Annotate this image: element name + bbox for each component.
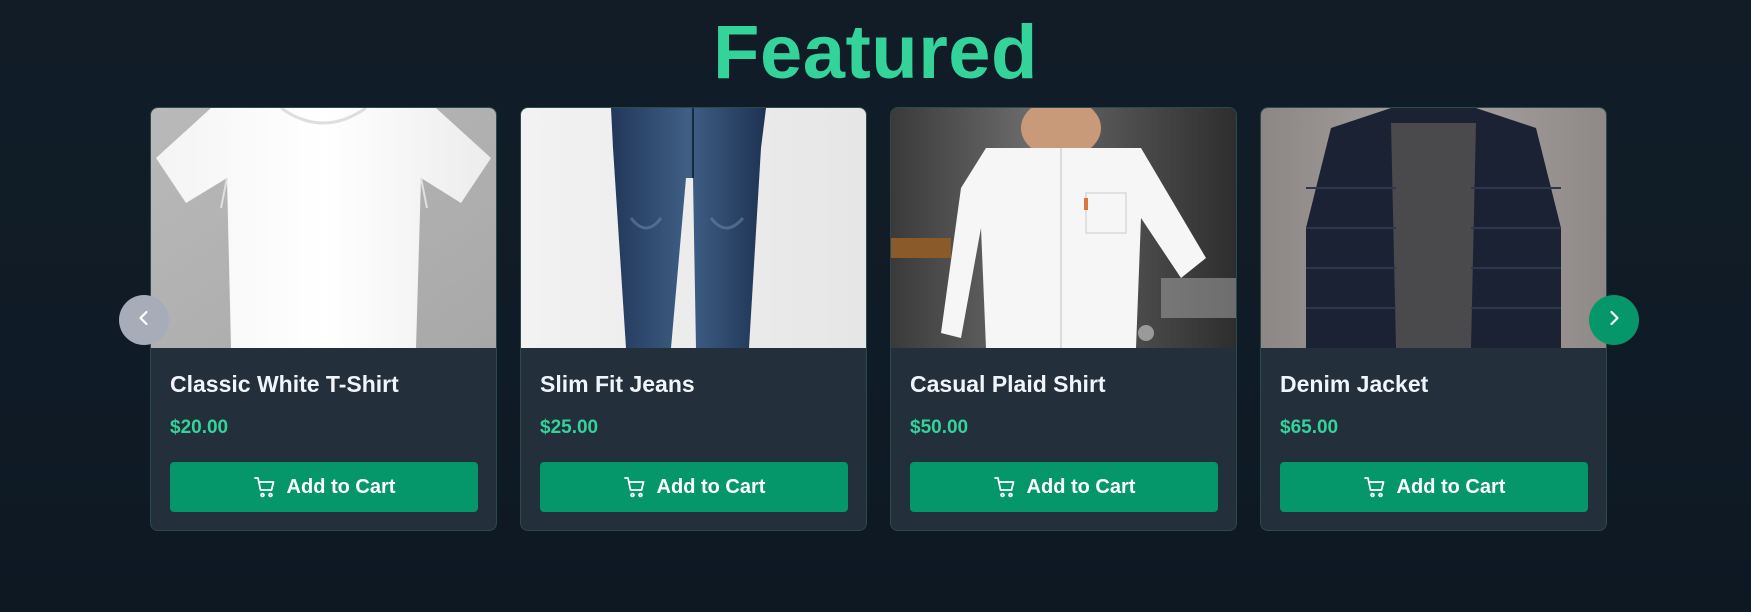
add-to-cart-label: Add to Cart xyxy=(656,475,766,498)
add-to-cart-label: Add to Cart xyxy=(1026,475,1136,498)
add-to-cart-button[interactable]: Add to Cart xyxy=(540,462,848,512)
add-to-cart-label: Add to Cart xyxy=(1396,475,1506,498)
featured-section: Featured Classic White T-Shirt $20.00 Ad… xyxy=(0,0,1751,612)
product-price: $50.00 xyxy=(910,417,969,438)
product-price: $65.00 xyxy=(1280,417,1339,438)
cart-icon xyxy=(1363,475,1387,499)
product-carousel: Classic White T-Shirt $20.00 Add to Cart xyxy=(150,107,1609,533)
carousel-prev-button[interactable] xyxy=(119,295,169,345)
product-card: Casual Plaid Shirt $50.00 Add to Cart xyxy=(890,107,1237,531)
product-image[interactable] xyxy=(521,108,866,348)
add-to-cart-label: Add to Cart xyxy=(286,475,396,498)
chevron-right-icon xyxy=(1604,308,1624,333)
product-card: Classic White T-Shirt $20.00 Add to Cart xyxy=(150,107,497,531)
chevron-left-icon xyxy=(134,308,154,333)
cart-icon xyxy=(253,475,277,499)
product-price: $25.00 xyxy=(540,417,599,438)
section-title: Featured xyxy=(713,10,1038,95)
add-to-cart-button[interactable]: Add to Cart xyxy=(1280,462,1588,512)
cart-icon xyxy=(993,475,1017,499)
cart-icon xyxy=(623,475,647,499)
product-card: Denim Jacket $65.00 Add to Cart xyxy=(1260,107,1607,531)
product-name[interactable]: Classic White T-Shirt xyxy=(170,371,399,398)
add-to-cart-button[interactable]: Add to Cart xyxy=(910,462,1218,512)
add-to-cart-button[interactable]: Add to Cart xyxy=(170,462,478,512)
product-image[interactable] xyxy=(1261,108,1606,348)
product-image[interactable] xyxy=(151,108,496,348)
product-price: $20.00 xyxy=(170,417,229,438)
product-name[interactable]: Casual Plaid Shirt xyxy=(910,371,1106,398)
product-name[interactable]: Slim Fit Jeans xyxy=(540,371,695,398)
product-card: Slim Fit Jeans $25.00 Add to Cart xyxy=(520,107,867,531)
carousel-next-button[interactable] xyxy=(1589,295,1639,345)
product-name[interactable]: Denim Jacket xyxy=(1280,371,1428,398)
product-image[interactable] xyxy=(891,108,1236,348)
